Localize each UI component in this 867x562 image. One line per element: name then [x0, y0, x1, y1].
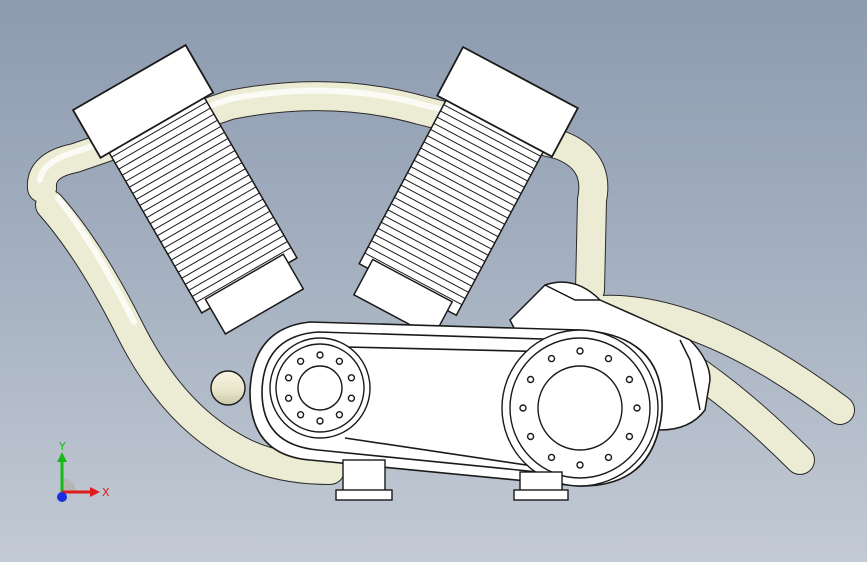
- engine-model[interactable]: [0, 0, 867, 562]
- front-pulley[interactable]: [269, 337, 371, 439]
- coordinate-triad: Y X: [57, 440, 110, 502]
- graphics-viewport[interactable]: Y X: [0, 0, 867, 562]
- rear-pulley[interactable]: [501, 329, 659, 487]
- z-axis-dot: [57, 492, 67, 502]
- x-axis-label: X: [102, 486, 110, 499]
- triad-quadrant: [62, 478, 76, 492]
- y-axis-label: Y: [58, 440, 66, 453]
- idler-knob[interactable]: [210, 370, 246, 406]
- y-axis-arrow: [57, 452, 67, 462]
- x-axis-arrow: [90, 487, 100, 497]
